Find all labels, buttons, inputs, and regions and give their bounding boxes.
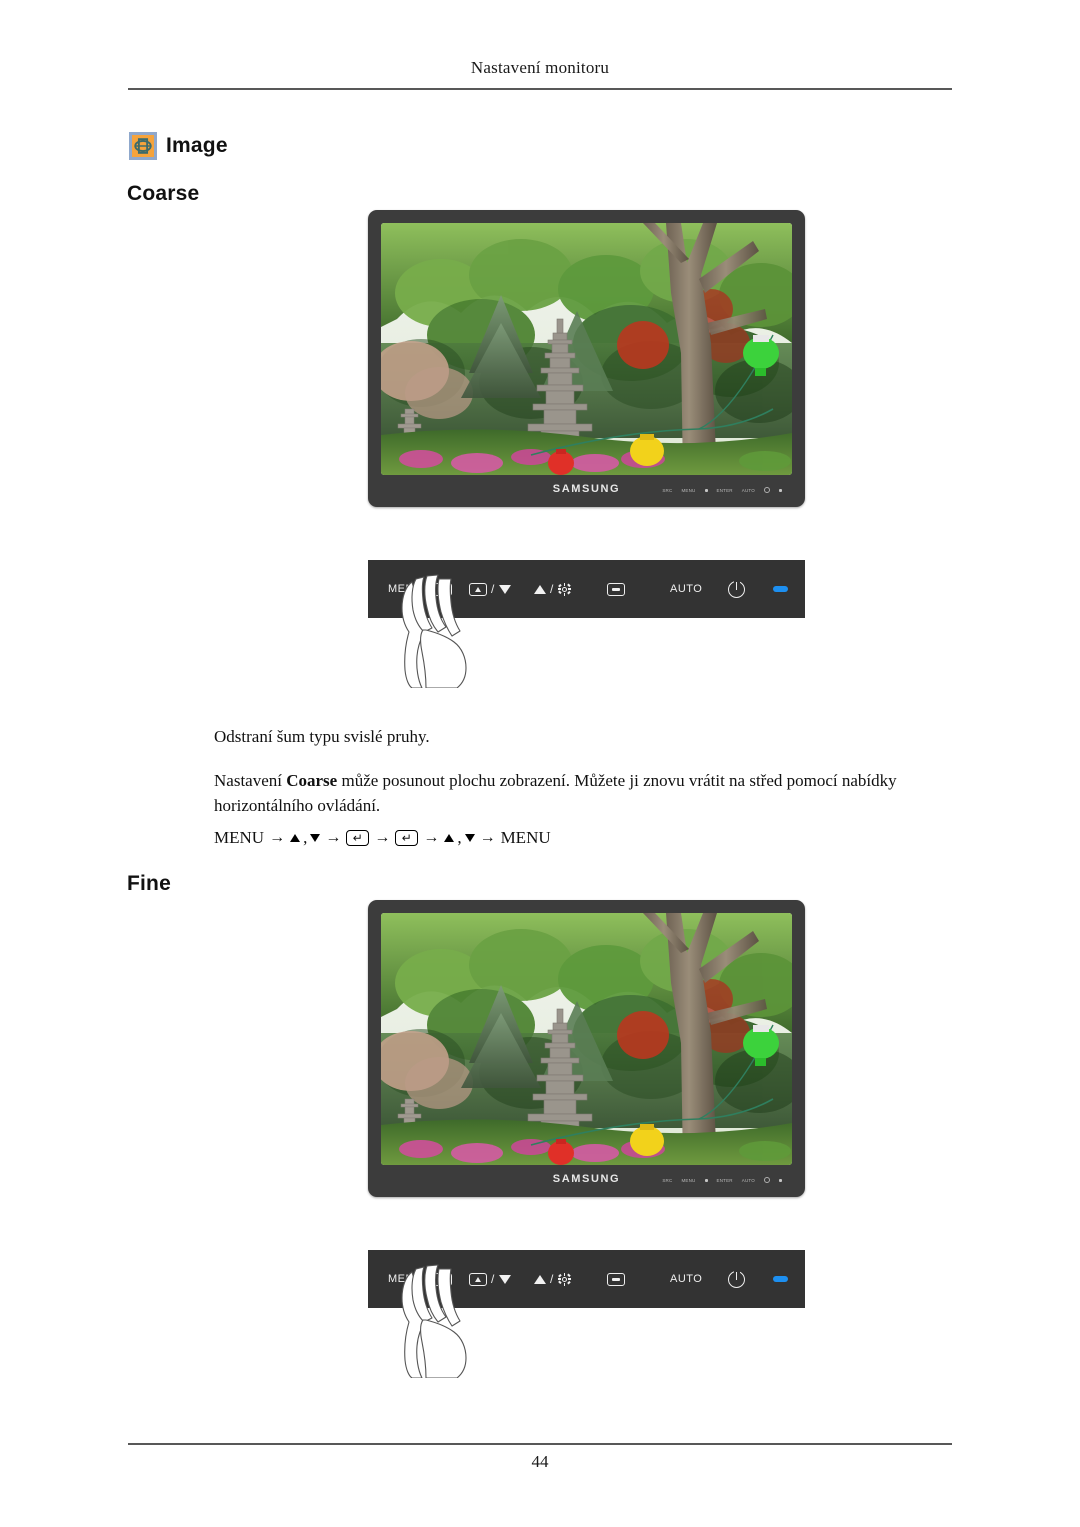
source-icon	[469, 582, 487, 596]
bezel-key-auto[interactable]: AUTO	[742, 1178, 755, 1183]
source-down-button[interactable]: /	[469, 582, 511, 596]
menu-button[interactable]: MENU /	[388, 582, 453, 596]
monitor-illustration-coarse: SAMSUNG SRC MENU ENTER AUTO	[368, 210, 805, 507]
power-button[interactable]	[728, 579, 745, 598]
control-bar: MENU / / / AUTO	[368, 560, 805, 618]
auto-button-label: AUTO	[670, 583, 703, 595]
bezel-led-icon	[779, 488, 782, 492]
brightness-icon	[557, 1272, 571, 1286]
bezel-key-source[interactable]: SRC	[662, 488, 672, 493]
section-title-label: Image	[166, 134, 228, 157]
monitor-illustration-fine: SAMSUNG SRC MENU ENTER AUTO	[368, 900, 805, 1197]
bezel-key-menu[interactable]: MENU	[681, 488, 695, 493]
para2-bold-term: Coarse	[286, 771, 338, 790]
monitor-bottom-bezel: SAMSUNG SRC MENU ENTER AUTO	[381, 1165, 792, 1197]
arrow-right-icon-1: →	[269, 829, 286, 846]
arrow-right-icon-4: →	[423, 829, 440, 846]
menu-path-comma-2: ,	[457, 828, 462, 847]
chevron-up-icon-2	[444, 834, 455, 842]
up-brightness-button[interactable]: /	[534, 1272, 571, 1286]
bezel-led-icon	[779, 1178, 782, 1182]
menu-path-comma-1: ,	[303, 828, 308, 847]
subheading-fine: Fine	[127, 872, 171, 895]
monitor-bezel-keys: SRC MENU ENTER AUTO	[662, 487, 782, 493]
section-title: Image	[129, 132, 228, 160]
page-header-title: Nastavení monitoru	[470, 58, 610, 77]
bezel-key-menu[interactable]: MENU	[681, 1178, 695, 1183]
arrow-right-icon-5: →	[479, 829, 496, 846]
coarse-description-line-1: Odstraní šum typu svislé pruhy.	[214, 727, 430, 746]
brightness-icon	[557, 582, 571, 596]
led-indicator-icon	[773, 586, 788, 592]
chevron-up-icon	[534, 584, 546, 594]
bezel-key-up-icon[interactable]	[704, 488, 708, 492]
footer-divider	[128, 1443, 952, 1445]
bezel-key-auto[interactable]: AUTO	[742, 488, 755, 493]
control-bar: MENU / / / AUTO	[368, 1250, 805, 1308]
menu-button-label: MENU	[388, 583, 423, 595]
bezel-key-source[interactable]: SRC	[662, 1178, 672, 1183]
power-button[interactable]	[728, 1269, 745, 1288]
menu-path-start: MENU	[214, 828, 265, 847]
led-indicator-icon	[773, 1276, 788, 1282]
chevron-down-icon	[498, 1274, 511, 1284]
menu-icon	[434, 1272, 453, 1286]
control-panel-coarse: MENU / / / AUTO	[368, 560, 805, 688]
enter-key-icon-1: ↵	[346, 830, 370, 846]
arrow-right-icon-2: →	[325, 829, 342, 846]
bezel-power-icon[interactable]	[764, 487, 770, 493]
auto-button-label: AUTO	[670, 1273, 703, 1285]
bezel-key-enter[interactable]: ENTER	[717, 488, 733, 493]
chevron-down-icon-1	[310, 834, 321, 842]
power-led-indicator	[773, 1276, 788, 1282]
menu-path-end: MENU	[500, 828, 551, 847]
auto-button[interactable]: AUTO	[670, 1273, 702, 1285]
header-divider	[128, 88, 952, 90]
menu-icon	[434, 582, 453, 596]
subheading-coarse: Coarse	[127, 182, 200, 205]
source-icon	[469, 1272, 487, 1286]
menu-button[interactable]: MENU /	[388, 1272, 453, 1286]
monitor-bottom-bezel: SAMSUNG SRC MENU ENTER AUTO	[381, 475, 792, 507]
arrow-right-icon-3: →	[374, 829, 391, 846]
up-brightness-button[interactable]: /	[534, 582, 571, 596]
power-icon	[728, 579, 745, 598]
auto-button[interactable]: AUTO	[670, 583, 702, 595]
power-led-indicator	[773, 586, 788, 592]
menu-button-label: MENU	[388, 1273, 423, 1285]
coarse-description-line-2: Nastavení Coarse může posunout plochu zo…	[214, 768, 958, 818]
monitor-screen-fine	[381, 913, 792, 1165]
chevron-down-icon-2	[464, 834, 475, 842]
bezel-power-icon[interactable]	[764, 1177, 770, 1183]
control-panel-fine: MENU / / / AUTO	[368, 1250, 805, 1378]
power-icon	[728, 1269, 745, 1288]
enter-button[interactable]	[607, 582, 625, 596]
enter-icon	[607, 1272, 625, 1286]
source-down-button[interactable]: /	[469, 1272, 511, 1286]
bezel-key-up-icon[interactable]	[704, 1178, 708, 1182]
monitor-screen-coarse	[381, 223, 792, 475]
page-number: 44	[531, 1452, 549, 1471]
enter-icon	[607, 582, 625, 596]
image-adjust-icon	[129, 132, 157, 160]
chevron-down-icon	[498, 584, 511, 594]
enter-key-icon-2: ↵	[395, 830, 419, 846]
monitor-bezel-keys: SRC MENU ENTER AUTO	[662, 1177, 782, 1183]
para2-prefix: Nastavení	[214, 771, 287, 790]
chevron-up-icon-1	[290, 834, 301, 842]
samsung-logo: SAMSUNG	[552, 1173, 621, 1185]
menu-navigation-path: MENU → , → ↵ → ↵ → , → MENU	[214, 828, 551, 848]
chevron-up-icon	[534, 1274, 546, 1284]
enter-button[interactable]	[607, 1272, 625, 1286]
samsung-logo: SAMSUNG	[552, 483, 621, 495]
bezel-key-enter[interactable]: ENTER	[717, 1178, 733, 1183]
